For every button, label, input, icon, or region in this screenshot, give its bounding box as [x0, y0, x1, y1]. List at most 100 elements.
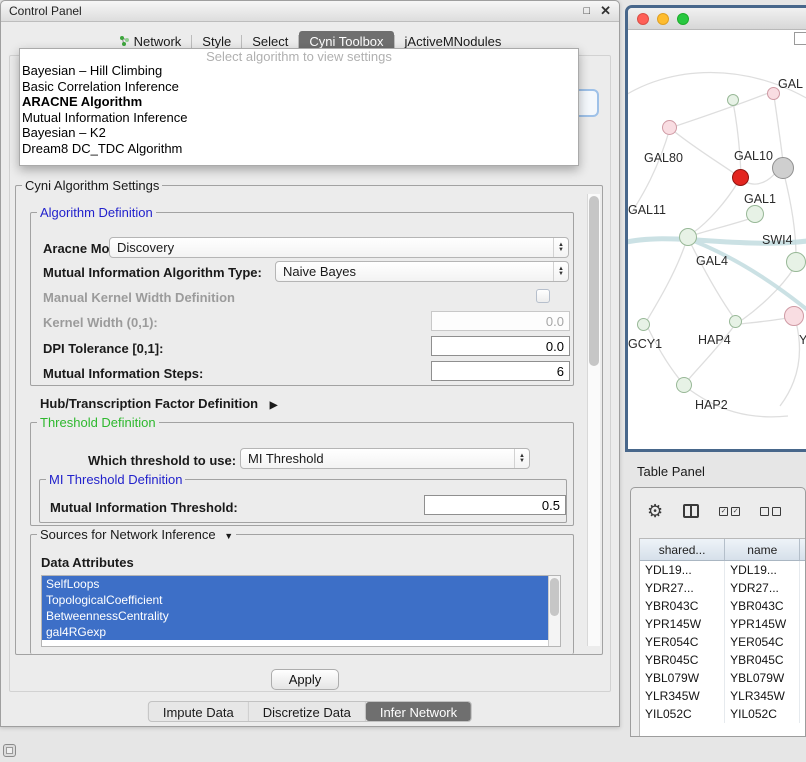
table-columns-icon[interactable] — [683, 504, 699, 518]
float-panel-icon[interactable]: □ — [583, 5, 590, 17]
canvas-corner-widget[interactable] — [794, 32, 806, 45]
cell: YBR043C — [725, 597, 800, 615]
tab-impute-data[interactable]: Impute Data — [149, 702, 249, 721]
dpi-tolerance-input[interactable] — [431, 336, 570, 356]
sources-legend-text: Sources for Network Inference — [40, 527, 216, 542]
network-node-selected[interactable] — [732, 169, 749, 186]
table-row[interactable]: YDL19...YDL19...13 — [640, 561, 806, 579]
node-label: GCY1 — [628, 337, 662, 351]
network-node[interactable] — [786, 252, 806, 272]
column-header-name[interactable]: name — [725, 539, 800, 560]
dropdown-item-bayesian-k2[interactable]: Bayesian – K2 — [20, 125, 578, 141]
network-window-titlebar — [628, 8, 806, 30]
checkbox-glyph: ✓ — [731, 507, 740, 516]
cyni-algorithm-settings-group: Cyni Algorithm Settings Algorithm Defini… — [15, 185, 603, 655]
control-panel-window: Control Panel □ ✕ Network Style Select C… — [0, 0, 620, 727]
table-row[interactable]: YBR045CYBR045C9. — [640, 651, 806, 669]
mi-algorithm-type-select[interactable]: Naive Bayes ▲ ▼ — [275, 261, 569, 282]
network-node[interactable] — [746, 205, 764, 223]
cell: YBL079W — [640, 669, 725, 687]
collapse-right-icon[interactable]: ▶ — [270, 400, 278, 411]
combo-down-icon: ▼ — [558, 272, 564, 277]
tab-discretize-data[interactable]: Discretize Data — [249, 702, 366, 721]
attribute-list-scrollbar[interactable] — [548, 576, 560, 646]
table-row[interactable]: YBL079WYBL079W — [640, 669, 806, 687]
scrollbar-thumb[interactable] — [550, 578, 559, 616]
aracne-mode-value: Discovery — [110, 240, 553, 255]
aracne-mode-select[interactable]: Discovery ▲ ▼ — [109, 237, 569, 258]
node-label: GAL80 — [644, 151, 683, 165]
network-node[interactable] — [772, 157, 794, 179]
column-header-shared[interactable]: shared... — [640, 539, 725, 560]
settings-scrollbar[interactable] — [587, 194, 600, 646]
node-label: GAL11 — [628, 203, 666, 217]
apply-button[interactable]: Apply — [271, 669, 339, 690]
network-node[interactable] — [676, 377, 692, 393]
algorithm-definition-legend: Algorithm Definition — [37, 205, 156, 220]
network-node[interactable] — [662, 120, 677, 135]
combo-down-icon: ▼ — [519, 459, 525, 464]
sources-group: Sources for Network Inference ▼ Data Att… — [30, 534, 574, 654]
node-label: Y — [799, 333, 806, 347]
dpi-tolerance-label: DPI Tolerance [0,1]: — [43, 341, 163, 356]
column-header-clipped[interactable] — [800, 539, 806, 560]
table-panel-window: ⚙ ✓✓ shared... name YDL19...YDL19...13 Y… — [630, 487, 806, 737]
network-canvas[interactable]: GAL GAL80 GAL10 GAL11 GAL1 SWI4 GAL4 GCY… — [628, 30, 806, 449]
dropdown-item-bayesian-hill-climbing[interactable]: Bayesian – Hill Climbing — [20, 63, 578, 79]
network-node[interactable] — [729, 315, 742, 328]
network-node[interactable] — [727, 94, 739, 106]
node-label: GAL4 — [696, 254, 728, 268]
network-node[interactable] — [784, 306, 804, 326]
combo-down-icon: ▼ — [558, 248, 564, 253]
cell: YDR27... — [640, 579, 725, 597]
manual-kernel-width-checkbox[interactable] — [536, 289, 550, 303]
which-threshold-select[interactable]: MI Threshold ▲ ▼ — [240, 448, 530, 469]
network-node[interactable] — [679, 228, 697, 246]
mi-steps-input[interactable] — [431, 361, 570, 381]
dropdown-item-dream8[interactable]: Dream8 DC_TDC Algorithm — [20, 141, 578, 157]
hub-definition-label[interactable]: Hub/Transcription Factor Definition ▶ — [40, 396, 277, 413]
table-row[interactable]: YLR345WYLR345W9. — [640, 687, 806, 705]
unchecked-boxes-icon[interactable] — [760, 507, 781, 516]
mi-threshold-input[interactable] — [424, 495, 566, 515]
table-row[interactable]: YPR145WYPR145W9. — [640, 615, 806, 633]
close-traffic-light[interactable] — [637, 13, 649, 25]
sources-legend[interactable]: Sources for Network Inference ▼ — [37, 527, 236, 544]
close-panel-icon[interactable]: ✕ — [600, 3, 611, 19]
mi-threshold-definition-legend: MI Threshold Definition — [46, 472, 185, 487]
table-row[interactable]: YDR27...YDR27...12 — [640, 579, 806, 597]
checked-boxes-icon[interactable]: ✓✓ — [719, 507, 740, 516]
table-row[interactable]: YBR043CYBR043C — [640, 597, 806, 615]
dropdown-item-mutual-information[interactable]: Mutual Information Inference — [20, 110, 578, 126]
algorithm-definition-group: Algorithm Definition Aracne Mode: Discov… — [30, 212, 574, 386]
tab-label: Network — [134, 34, 182, 49]
table-row[interactable]: YIL052CYIL052C — [640, 705, 806, 723]
combo-stepper-icon: ▲ ▼ — [553, 262, 568, 281]
list-item-selfloops[interactable]: SelfLoops — [42, 576, 548, 592]
cell: YIL052C — [640, 705, 725, 723]
mi-algorithm-type-label: Mutual Information Algorithm Type: — [43, 265, 262, 280]
gear-icon[interactable]: ⚙ — [647, 502, 663, 520]
table-row[interactable]: YER054CYER054C8. — [640, 633, 806, 651]
manual-kernel-width-label: Manual Kernel Width Definition — [43, 290, 235, 305]
list-item-betweennesscentrality[interactable]: BetweennessCentrality — [42, 608, 548, 624]
mi-threshold-label: Mutual Information Threshold: — [50, 500, 238, 515]
minimized-panel-icon[interactable] — [3, 744, 16, 757]
network-node[interactable] — [637, 318, 650, 331]
tab-infer-network[interactable]: Infer Network — [366, 702, 471, 721]
minimize-traffic-light[interactable] — [657, 13, 669, 25]
list-item-gal4rgexp[interactable]: gal4RGexp — [42, 624, 548, 640]
scrollbar-thumb[interactable] — [589, 196, 599, 366]
dropdown-item-aracne[interactable]: ARACNE Algorithm — [20, 94, 578, 110]
kernel-width-label: Kernel Width (0,1): — [43, 315, 158, 330]
threshold-definition-legend: Threshold Definition — [37, 415, 159, 430]
dropdown-item-basic-correlation[interactable]: Basic Correlation Inference — [20, 79, 578, 95]
list-item-topologicalcoefficient[interactable]: TopologicalCoefficient — [42, 592, 548, 608]
cell: YER054C — [725, 633, 800, 651]
kernel-width-input[interactable] — [431, 311, 570, 331]
zoom-traffic-light[interactable] — [677, 13, 689, 25]
tab-label: Cyni Toolbox — [309, 34, 383, 49]
cell: 8. — [800, 633, 806, 651]
data-attributes-label: Data Attributes — [41, 555, 134, 570]
collapse-down-icon[interactable]: ▼ — [224, 531, 233, 541]
